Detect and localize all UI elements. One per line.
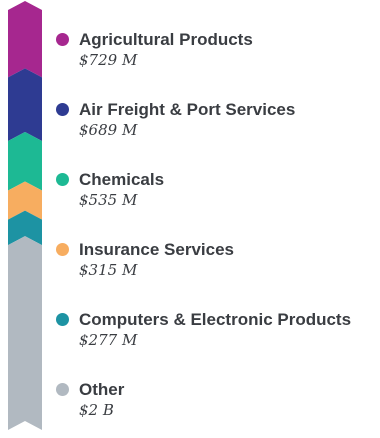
legend-swatch (56, 173, 69, 186)
legend-label: Insurance Services (79, 240, 234, 259)
legend-label: Other (79, 380, 125, 399)
data-label: $535 M (79, 191, 138, 209)
data-label: $729 M (79, 51, 138, 69)
legend-label: Computers & Electronic Products (79, 310, 352, 329)
legend-swatch (56, 243, 69, 256)
data-label: $2 B (79, 401, 114, 419)
stacked-bar (8, 1, 42, 430)
legend-swatch (56, 33, 69, 46)
legend-swatch (56, 103, 69, 116)
data-label: $315 M (79, 261, 138, 279)
legend-label: Chemicals (79, 170, 165, 189)
stacked-bar-chart: Agricultural Products $729 M Air Freight &… (0, 0, 380, 438)
legend-label: Air Freight & Port Services (79, 100, 296, 119)
legend-swatch (56, 313, 69, 326)
data-label: $277 M (79, 331, 138, 349)
bar-segment-6 (8, 236, 42, 430)
data-label: $689 M (79, 121, 138, 139)
bar-segment-2 (8, 68, 42, 142)
legend-swatch (56, 383, 69, 396)
bar-segment-1 (8, 1, 42, 78)
legend-label: Agricultural Products (79, 30, 253, 49)
